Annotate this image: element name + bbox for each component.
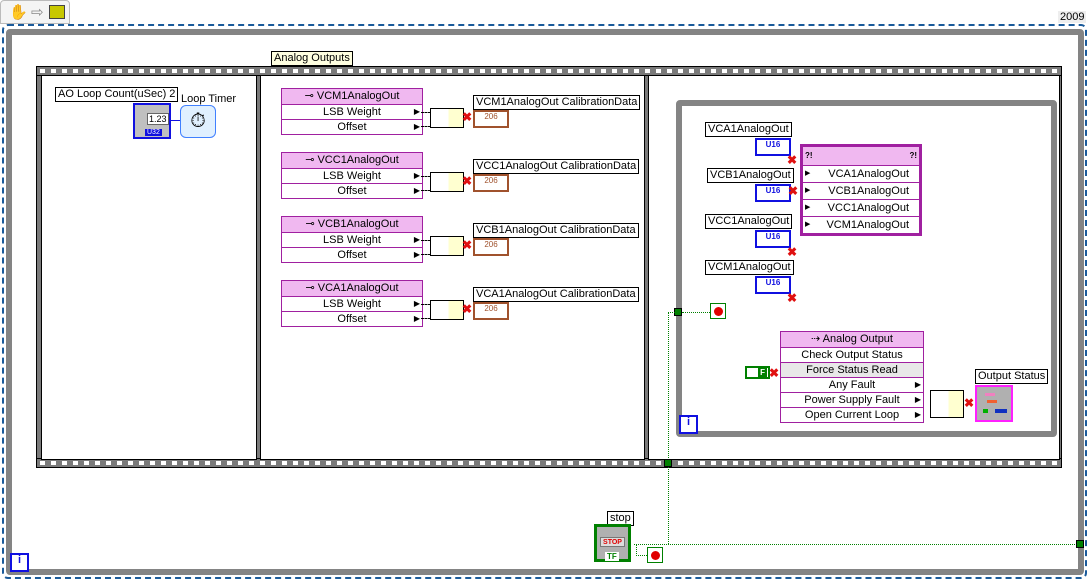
broken-wire-icon: ✖ [787, 291, 798, 305]
array-node-header-right: ?! [909, 151, 917, 160]
loop-count-value: 1.23 [147, 113, 169, 125]
calibration-data-indicator: 206 [473, 238, 509, 256]
property-node[interactable]: ⊸ VCB1AnalogOut LSB Weight ▶ Offset ▶ [281, 216, 423, 263]
u16-control[interactable]: U16 [755, 230, 791, 248]
calibration-data-label: VCA1AnalogOut CalibrationData [473, 287, 639, 302]
control-label: VCA1AnalogOut [705, 122, 792, 137]
calibration-data-label: VCC1AnalogOut CalibrationData [473, 159, 640, 174]
loop-count-type: U32 [145, 129, 162, 136]
array-element: ▶ VCC1AnalogOut [803, 200, 919, 217]
analog-output-node[interactable]: ⇢ Analog Output Check Output Status Force… [780, 331, 924, 423]
hand-icon[interactable]: ✋ [9, 3, 28, 21]
property-row: LSB Weight [323, 298, 381, 310]
property-node-icon: ⊸ [305, 154, 318, 166]
array-node[interactable]: ?!?! ▶ VCA1AnalogOut ▶ VCB1AnalogOut ▶ VCC1An… [800, 144, 922, 236]
broken-wire-icon: ✖ [769, 366, 780, 380]
loop-tunnel [674, 308, 682, 316]
property-node-name: VCC1AnalogOut [317, 154, 399, 166]
bundle-node [430, 108, 464, 128]
array-element: ▶ VCA1AnalogOut [803, 166, 919, 183]
output-status-indicator [975, 385, 1013, 422]
stop-terminal [647, 547, 663, 563]
u16-control[interactable]: U16 [755, 138, 791, 156]
u16-control[interactable]: U16 [755, 276, 791, 294]
analog-output-row: Open Current Loop ▶ [804, 409, 921, 421]
calibration-data-indicator: 206 [473, 302, 509, 320]
control-label: VCB1AnalogOut [707, 168, 794, 183]
loop-count-label: AO Loop Count(uSec) 2 [55, 87, 179, 102]
outer-iteration-terminal: i [10, 553, 29, 572]
broken-wire-icon: ✖ [787, 153, 798, 167]
vi-icon[interactable] [49, 5, 65, 19]
stop-wire-inner [682, 312, 710, 313]
broken-wire-icon: ✖ [964, 396, 975, 410]
control-label: VCC1AnalogOut [705, 214, 793, 229]
metronome-icon[interactable]: ⏱ [180, 105, 216, 138]
property-node-icon: ⊸ [304, 90, 317, 102]
control-label: VCM1AnalogOut [705, 260, 794, 275]
stop-wire-down2 [636, 555, 647, 556]
loop-timer-label: Loop Timer [181, 93, 237, 105]
calibration-data-label: VCM1AnalogOut CalibrationData [473, 95, 641, 110]
analog-output-header: Analog Output [822, 333, 893, 345]
inner-iteration-terminal: i [679, 415, 698, 434]
array-node-header: ?! [805, 151, 813, 160]
property-row: Offset [337, 313, 367, 325]
broken-wire-icon: ✖ [462, 302, 473, 316]
sequence-tunnel [664, 459, 672, 467]
property-row: LSB Weight [323, 234, 381, 246]
property-node-icon: ⊸ [305, 218, 318, 230]
property-row: LSB Weight [323, 170, 381, 182]
output-status-label: Output Status [975, 369, 1049, 384]
loop-count-control[interactable]: 1.23 U32 [133, 103, 171, 139]
broken-wire-icon: ✖ [787, 245, 798, 259]
property-node-icon: ⊸ [305, 282, 318, 294]
property-row: Offset [337, 121, 367, 133]
stop-condition-terminal [710, 303, 726, 319]
bool-constant[interactable]: F [745, 366, 770, 379]
property-node[interactable]: ⊸ VCM1AnalogOut LSB Weight ▶ Offset ▶ [281, 88, 423, 135]
status-bundle [930, 390, 964, 418]
version-label: 2009 [1058, 11, 1087, 23]
toolbar: ✋ ⇨ [0, 0, 70, 24]
stop-wire-main [634, 544, 1077, 545]
property-node-name: VCM1AnalogOut [316, 90, 400, 102]
broken-wire-icon: ✖ [462, 174, 473, 188]
analog-output-icon: ⇢ [810, 333, 823, 345]
bundle-node [430, 300, 464, 320]
analog-output-row: Force Status Read [781, 363, 923, 378]
analog-output-row: Any Fault ▶ [781, 378, 923, 393]
array-element: ▶ VCM1AnalogOut [805, 219, 909, 231]
calibration-data-indicator: 206 [473, 174, 509, 192]
stop-wire-vertical [668, 312, 669, 544]
broken-wire-icon: ✖ [462, 110, 473, 124]
stop-type: TF [605, 552, 619, 561]
property-row: Offset [337, 249, 367, 261]
bundle-node [430, 236, 464, 256]
stop-button-text: STOP [600, 537, 625, 547]
calibration-data-label: VCB1AnalogOut CalibrationData [473, 223, 639, 238]
property-node-name: VCB1AnalogOut [317, 218, 399, 230]
broken-wire-icon: ✖ [462, 238, 473, 252]
broken-wire-icon: ✖ [788, 184, 799, 198]
stop-button-control[interactable]: STOP TF [594, 524, 631, 562]
u16-control[interactable]: U16 [755, 184, 791, 202]
property-row: Offset [337, 185, 367, 197]
outer-loop-tunnel [1076, 540, 1084, 548]
sequence-label: Analog Outputs [271, 51, 353, 66]
bundle-node [430, 172, 464, 192]
property-node[interactable]: ⊸ VCA1AnalogOut LSB Weight ▶ Offset ▶ [281, 280, 423, 327]
arrow-icon[interactable]: ⇨ [31, 3, 44, 21]
property-node-name: VCA1AnalogOut [317, 282, 399, 294]
property-node[interactable]: ⊸ VCC1AnalogOut LSB Weight ▶ Offset ▶ [281, 152, 423, 199]
property-row: LSB Weight [323, 106, 381, 118]
calibration-data-indicator: 206 [473, 110, 509, 128]
array-element: ▶ VCB1AnalogOut [803, 183, 919, 200]
stop-wire-h [668, 312, 675, 313]
analog-output-row: Check Output Status [781, 348, 923, 363]
analog-output-row: Power Supply Fault ▶ [781, 393, 923, 408]
